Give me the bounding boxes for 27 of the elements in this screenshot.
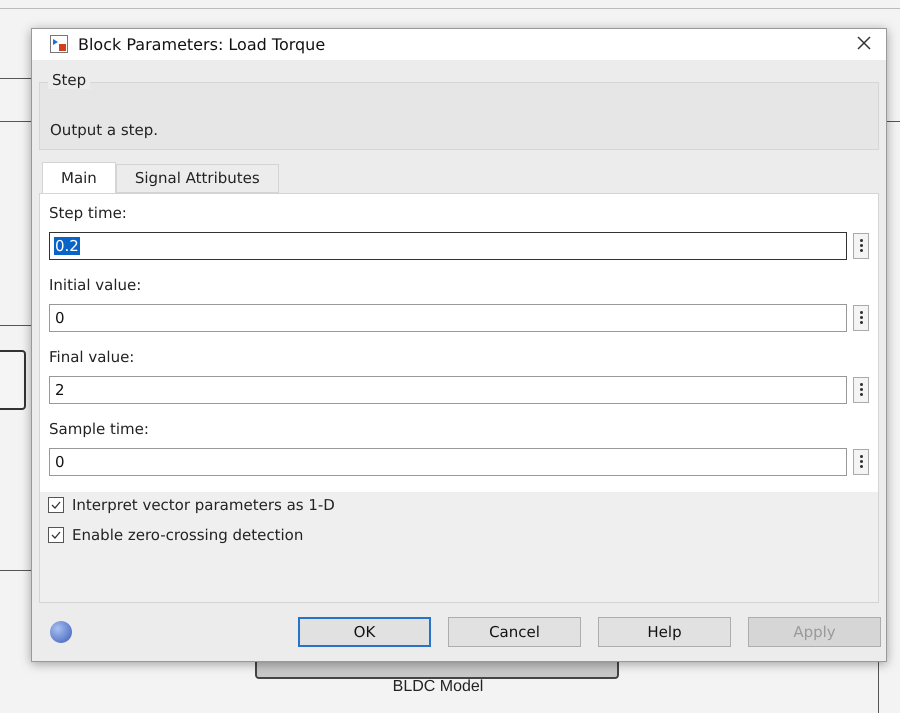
dialog-button[interactable]: OK [298,616,431,647]
checkbox-label: Interpret vector parameters as 1-D [72,496,335,514]
field-label: Sample time: [49,420,150,440]
more-options-button[interactable] [853,304,869,331]
checkbox-label: Enable zero-crossing detection [72,526,304,544]
help-icon[interactable] [50,620,72,643]
description-text: Output a step. [50,120,158,139]
field-label: Step time: [49,204,128,224]
checkbox[interactable] [48,496,64,513]
more-options-button[interactable] [853,448,869,475]
field-label: Final value: [49,348,136,368]
window-title: Block Parameters: Load Torque [78,34,326,54]
field-label: Initial value: [49,276,142,296]
checkbox[interactable] [48,526,64,543]
tab[interactable]: Signal Attributes [116,164,279,193]
more-options-button[interactable] [853,232,869,259]
input-field[interactable]: 2 [49,376,847,404]
group-title: Step [48,70,90,89]
block-icon [50,35,68,54]
input-field[interactable]: 0 [49,304,847,332]
dialog-button[interactable]: Help [598,616,731,647]
input-field[interactable]: 0 [49,448,847,476]
input-field[interactable]: 0.2 [49,232,847,260]
dialog-button[interactable]: Cancel [448,616,581,647]
block-label: BLDC Model [392,678,484,696]
tab[interactable]: Main [42,162,116,193]
more-options-button[interactable] [853,376,869,403]
